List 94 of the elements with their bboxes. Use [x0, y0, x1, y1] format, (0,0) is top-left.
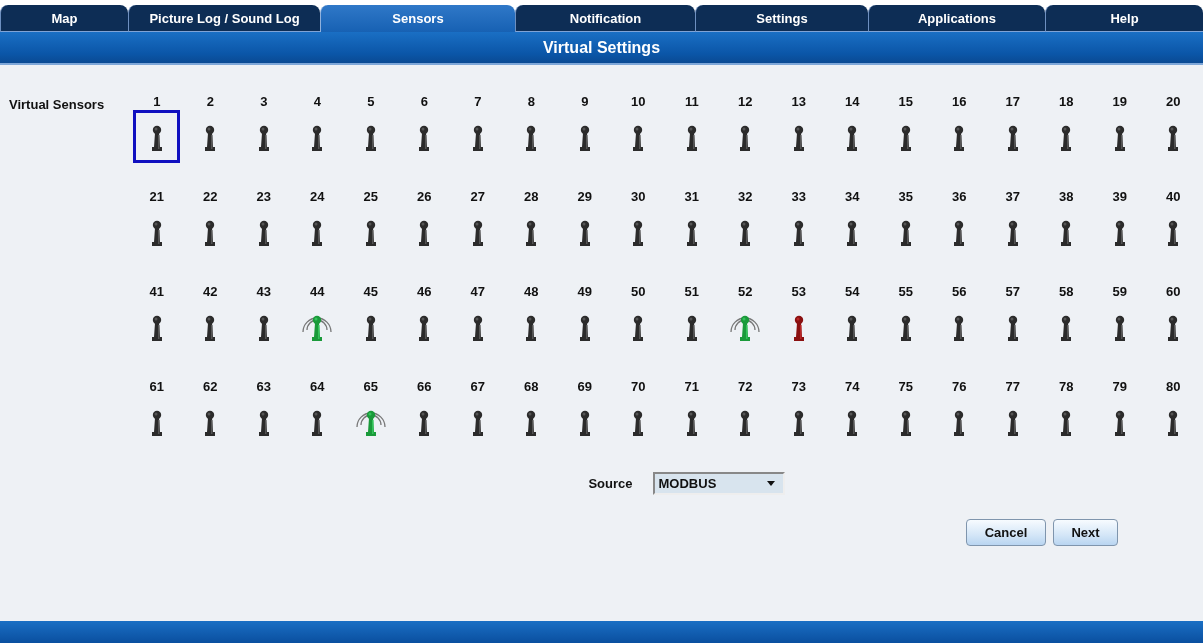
tab[interactable]: Help	[1045, 5, 1203, 32]
sensor-number: 54	[845, 283, 860, 301]
row-label: Virtual Sensors	[8, 96, 105, 112]
sensor-number: 59	[1112, 283, 1127, 301]
sensor-number: 46	[417, 283, 432, 301]
sensor-number: 11	[684, 93, 699, 111]
sensor-number: 40	[1166, 188, 1181, 206]
sensor-number: 21	[149, 188, 164, 206]
source-dropdown[interactable]: MODBUS	[652, 472, 785, 495]
sensor-number: 80	[1166, 378, 1181, 396]
sensor-number: 38	[1059, 188, 1074, 206]
sensor-number: 42	[203, 283, 218, 301]
sensor-number: 26	[417, 188, 432, 206]
sensor-number: 16	[952, 93, 967, 111]
sensor-number: 73	[791, 378, 806, 396]
sensor-number: 12	[738, 93, 753, 111]
sensor-number: 8	[527, 93, 535, 111]
tab[interactable]: Sensors	[320, 5, 515, 32]
sensor-number: 17	[1005, 93, 1020, 111]
sensor-number: 77	[1005, 378, 1020, 396]
sensor-number: 63	[256, 378, 271, 396]
sensor-number: 7	[474, 93, 482, 111]
sensor-number: 66	[417, 378, 432, 396]
sensor-number: 62	[203, 378, 218, 396]
sensor-number: 45	[363, 283, 378, 301]
sensor-number: 76	[952, 378, 967, 396]
sensor-number: 74	[845, 378, 860, 396]
sensor-number: 65	[363, 378, 378, 396]
sensor-number: 67	[470, 378, 485, 396]
sensor-number: 34	[845, 188, 860, 206]
sensor-number: 20	[1166, 93, 1181, 111]
sensor-number: 27	[470, 188, 485, 206]
sensor-number: 19	[1112, 93, 1127, 111]
sensor-number: 44	[310, 283, 325, 301]
sensor-number: 4	[313, 93, 321, 111]
sensor-number: 15	[898, 93, 913, 111]
sensor-number: 39	[1112, 188, 1127, 206]
sensor-number: 6	[420, 93, 428, 111]
sensor-number: 3	[260, 93, 268, 111]
sensor-number: 30	[631, 188, 646, 206]
sensor-number: 69	[577, 378, 592, 396]
next-button[interactable]: Next	[1053, 519, 1118, 546]
sensor-number: 50	[631, 283, 646, 301]
sensor-number: 47	[470, 283, 485, 301]
sensor-number: 79	[1112, 378, 1127, 396]
sensor-number: 35	[898, 188, 913, 206]
sensor-number: 52	[738, 283, 753, 301]
sensor-number: 56	[952, 283, 967, 301]
sensor-number: 22	[203, 188, 218, 206]
tab[interactable]: Map	[0, 5, 128, 32]
tab[interactable]: Applications	[868, 5, 1045, 32]
sensor-number: 9	[581, 93, 589, 111]
sensor-number: 36	[952, 188, 967, 206]
sensor-number: 55	[898, 283, 913, 301]
sensor-number: 10	[631, 93, 646, 111]
source-label: Source	[588, 476, 633, 491]
sensor-number: 72	[738, 378, 753, 396]
sensor-number: 37	[1005, 188, 1020, 206]
sensor-number: 13	[791, 93, 806, 111]
sensor-number: 32	[738, 188, 753, 206]
dropdown-caret-icon	[766, 481, 775, 486]
sensor-number: 31	[684, 188, 699, 206]
sensor-number: 1	[153, 93, 161, 111]
sensor-number: 49	[577, 283, 592, 301]
sensor-number: 78	[1059, 378, 1074, 396]
sensor-number: 70	[631, 378, 646, 396]
sensor-number: 58	[1059, 283, 1074, 301]
tab[interactable]: Picture Log / Sound Log	[128, 5, 320, 32]
sensor-number: 64	[310, 378, 325, 396]
sensor-number: 41	[149, 283, 164, 301]
sensor-number: 60	[1166, 283, 1181, 301]
tab[interactable]: Notification	[515, 5, 695, 32]
tab[interactable]: Settings	[695, 5, 868, 32]
cancel-button[interactable]: Cancel	[966, 519, 1046, 546]
sensor-number: 2	[206, 93, 214, 111]
sensor-number: 28	[524, 188, 539, 206]
sensor-number: 24	[310, 188, 325, 206]
sensor-number: 43	[256, 283, 271, 301]
sensor-number: 18	[1059, 93, 1074, 111]
sensor-number: 48	[524, 283, 539, 301]
sensor-number: 33	[791, 188, 806, 206]
sensor-number: 68	[524, 378, 539, 396]
sensor-number: 61	[149, 378, 164, 396]
sensor-number: 51	[684, 283, 699, 301]
sensor-number: 57	[1005, 283, 1020, 301]
sensor-number: 75	[898, 378, 913, 396]
sensor-number: 14	[845, 93, 860, 111]
page-title-bar: Virtual Settings	[0, 32, 1203, 65]
sensor-number: 71	[684, 378, 699, 396]
sensor-number: 29	[577, 188, 592, 206]
sensor-number: 23	[256, 188, 271, 206]
sensor-number: 25	[363, 188, 378, 206]
sensor-number: 53	[791, 283, 806, 301]
sensor-number: 5	[367, 93, 375, 111]
